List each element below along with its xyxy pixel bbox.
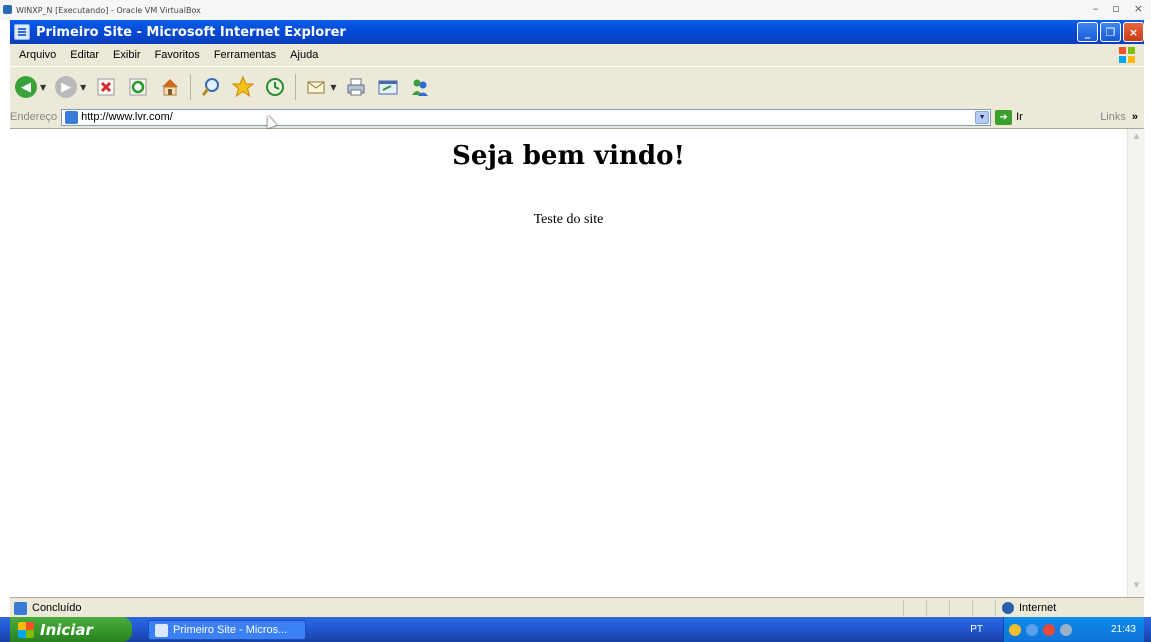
status-pane	[903, 600, 926, 616]
menu-editar[interactable]: Editar	[63, 49, 106, 61]
page-content: Seja bem vindo! Teste do site	[10, 129, 1127, 597]
address-bar: Endereço http://www.lvr.com/ ▼ ➔ Ir Link…	[10, 106, 1144, 129]
stop-button[interactable]	[93, 74, 119, 100]
refresh-button[interactable]	[125, 74, 151, 100]
edit-icon	[378, 80, 398, 95]
minimize-button[interactable]: _	[1077, 22, 1098, 42]
internet-globe-icon	[1002, 602, 1014, 614]
page-done-icon	[14, 601, 27, 615]
go-button[interactable]: ➔ Ir	[995, 109, 1023, 125]
close-button[interactable]: ×	[1123, 22, 1144, 42]
home-icon	[162, 79, 179, 96]
chevron-down-icon[interactable]: ▼	[975, 110, 990, 124]
favorites-icon	[231, 75, 255, 98]
edit-button[interactable]	[375, 74, 401, 100]
scroll-up-icon[interactable]: ▲	[1130, 132, 1143, 145]
print-icon	[347, 78, 365, 96]
vertical-scrollbar[interactable]: ▲ ▼	[1127, 129, 1145, 597]
security-shield-icon[interactable]	[1009, 623, 1021, 636]
page-heading: Seja bem vindo!	[452, 141, 685, 171]
start-label: Iniciar	[40, 620, 93, 639]
status-bar: Concluído Internet	[10, 597, 1144, 618]
address-label: Endereço	[10, 111, 58, 123]
toolbar-separator	[295, 74, 297, 100]
language-indicator[interactable]: PT	[970, 624, 983, 635]
menu-favoritos[interactable]: Favoritos	[148, 49, 207, 61]
windows-logo-icon	[1119, 47, 1135, 63]
menu-exibir[interactable]: Exibir	[106, 49, 148, 61]
security-zone: Internet	[995, 600, 1144, 616]
refresh-icon	[129, 78, 147, 96]
scroll-down-icon[interactable]: ▼	[1130, 581, 1143, 594]
host-minimize-button[interactable]: –	[1093, 2, 1099, 15]
host-window-controls: – ▫ ×	[1093, 2, 1143, 15]
messenger-icon	[412, 79, 429, 96]
status-pane	[926, 600, 949, 616]
standard-toolbar: ◀ ▼ ▶ ▼ ▼	[10, 66, 1144, 107]
history-icon	[266, 78, 285, 96]
start-button[interactable]: Iniciar	[10, 617, 132, 642]
status-panes: Internet	[903, 600, 1144, 616]
mail-dropdown-icon[interactable]: ▼	[330, 83, 336, 92]
menu-ferramentas[interactable]: Ferramentas	[207, 49, 283, 61]
host-title: WINXP_N [Executando] - Oracle VM Virtual…	[16, 5, 201, 15]
status-pane	[972, 600, 995, 616]
mail-button[interactable]	[303, 74, 329, 100]
favorites-button[interactable]	[230, 74, 256, 100]
window-titlebar: Primeiro Site - Microsoft Internet Explo…	[10, 20, 1144, 44]
links-label: Links	[1100, 111, 1126, 123]
forward-button[interactable]: ▶	[53, 74, 79, 100]
page-text: Teste do site	[533, 212, 604, 227]
go-label: Ir	[1016, 111, 1023, 123]
forward-dropdown-icon[interactable]: ▼	[80, 83, 86, 92]
network-icon[interactable]	[1026, 623, 1038, 636]
stop-icon	[97, 78, 115, 96]
messenger-button[interactable]	[407, 74, 433, 100]
toolbar-separator	[190, 74, 192, 100]
zone-label: Internet	[1019, 602, 1057, 614]
back-icon: ◀	[15, 76, 37, 98]
menu-bar: Arquivo Editar Exibir Favoritos Ferramen…	[10, 44, 1144, 66]
status-text: Concluído	[32, 602, 82, 614]
system-tray: 21:43	[1003, 617, 1144, 642]
host-maximize-button[interactable]: ▫	[1112, 2, 1119, 15]
search-icon	[202, 78, 220, 96]
host-close-button[interactable]: ×	[1134, 2, 1143, 15]
ie-task-icon	[155, 623, 168, 637]
address-input[interactable]: http://www.lvr.com/ ▼	[61, 108, 992, 126]
taskbar-item-primeiro-site[interactable]: Primeiro Site - Micros...	[148, 620, 306, 640]
links-toolbar[interactable]: Links »	[1100, 111, 1138, 123]
restore-button[interactable]: ❐	[1100, 22, 1121, 42]
window-title: Primeiro Site - Microsoft Internet Explo…	[36, 24, 346, 40]
search-button[interactable]	[198, 74, 224, 100]
window-controls: _ ❐ ×	[1077, 22, 1144, 42]
address-value: http://www.lvr.com/	[81, 111, 173, 123]
page-icon	[65, 110, 79, 124]
ie-page-icon	[14, 24, 30, 40]
links-more-icon[interactable]: »	[1132, 111, 1138, 123]
alert-icon[interactable]	[1043, 623, 1055, 636]
back-dropdown-icon[interactable]: ▼	[40, 83, 46, 92]
status-pane	[949, 600, 972, 616]
back-button[interactable]: ◀	[13, 74, 39, 100]
history-button[interactable]	[262, 74, 288, 100]
menu-ajuda[interactable]: Ajuda	[283, 49, 325, 61]
forward-icon: ▶	[55, 76, 78, 98]
print-button[interactable]	[343, 74, 369, 100]
volume-icon[interactable]	[1060, 623, 1072, 636]
taskbar-item-label: Primeiro Site - Micros...	[173, 624, 288, 636]
windows-flag-icon	[18, 621, 34, 638]
taskbar: Iniciar Primeiro Site - Micros... PT 21:…	[0, 617, 1151, 642]
host-titlebar: WINXP_N [Executando] - Oracle VM Virtual…	[0, 0, 1151, 20]
clock: 21:43	[1110, 624, 1136, 635]
home-button[interactable]	[157, 74, 183, 100]
menu-arquivo[interactable]: Arquivo	[10, 49, 63, 61]
mail-icon	[307, 81, 325, 94]
go-arrow-icon: ➔	[995, 109, 1013, 125]
virtualbox-icon	[3, 5, 12, 14]
